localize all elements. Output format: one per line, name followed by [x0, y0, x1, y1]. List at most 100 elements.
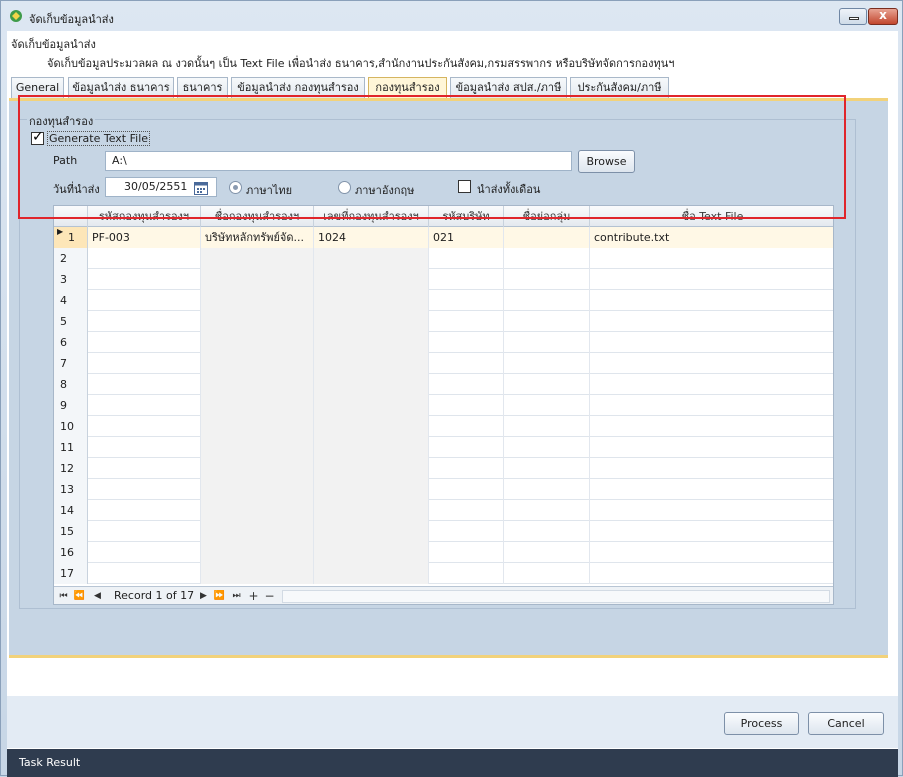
cell-group-abbr[interactable] — [504, 437, 590, 458]
cell-fund-name[interactable] — [201, 542, 314, 563]
calendar-icon[interactable] — [194, 181, 208, 195]
cell-fund-name[interactable] — [201, 353, 314, 374]
cell-company-code[interactable] — [429, 458, 504, 479]
cell-fund-code[interactable] — [88, 269, 201, 290]
cell-group-abbr[interactable] — [504, 353, 590, 374]
cell-text-file[interactable] — [590, 374, 833, 395]
cell-fund-code[interactable] — [88, 437, 201, 458]
table-row[interactable]: 14 — [54, 500, 833, 521]
table-row[interactable]: 1 ▶ PF-003 บริษัทหลักทรัพย์จัด... 1024 021 con… — [54, 227, 833, 248]
cell-fund-code[interactable] — [88, 479, 201, 500]
cell-fund-name[interactable] — [201, 563, 314, 584]
tab-bank-export[interactable]: ข้อมูลนำส่ง ธนาคาร — [68, 77, 174, 99]
column-header-company-code[interactable]: รหัสบริษัท — [429, 206, 504, 227]
prev-record-icon[interactable]: ◀ — [90, 589, 105, 603]
tab-fund-export[interactable]: ข้อมูลนำส่ง กองทุนสำรอง — [231, 77, 365, 99]
cell-fund-code[interactable] — [88, 521, 201, 542]
generate-text-file-label[interactable]: Generate Text File — [47, 131, 151, 146]
cell-fund-number[interactable] — [314, 458, 429, 479]
path-input[interactable]: A:\ — [105, 151, 572, 171]
cell-text-file[interactable] — [590, 521, 833, 542]
cell-fund-name[interactable] — [201, 479, 314, 500]
cell-text-file[interactable] — [590, 290, 833, 311]
cell-group-abbr[interactable] — [504, 374, 590, 395]
tab-bank[interactable]: ธนาคาร — [177, 77, 228, 99]
cell-group-abbr[interactable] — [504, 458, 590, 479]
next-page-icon[interactable]: ⏩ — [212, 589, 227, 603]
cell-fund-number[interactable] — [314, 479, 429, 500]
cell-group-abbr[interactable] — [504, 248, 590, 269]
cell-fund-name[interactable] — [201, 521, 314, 542]
cell-fund-code[interactable] — [88, 290, 201, 311]
cell-text-file[interactable] — [590, 479, 833, 500]
cell-fund-code[interactable] — [88, 311, 201, 332]
column-header-group-abbr[interactable]: ชื่อย่อกลุ่ม — [504, 206, 590, 227]
table-row[interactable]: 10 — [54, 416, 833, 437]
cell-group-abbr[interactable] — [504, 311, 590, 332]
cell-text-file[interactable] — [590, 563, 833, 584]
cell-text-file[interactable] — [590, 416, 833, 437]
cell-fund-number[interactable] — [314, 290, 429, 311]
cell-company-code[interactable] — [429, 437, 504, 458]
column-header-fund-name[interactable]: ชื่อกองทุนสำรองฯ — [201, 206, 314, 227]
cell-fund-name[interactable] — [201, 500, 314, 521]
table-row[interactable]: 4 — [54, 290, 833, 311]
cell-fund-code[interactable] — [88, 353, 201, 374]
cell-fund-number[interactable] — [314, 374, 429, 395]
first-record-icon[interactable]: ⏮ — [56, 589, 71, 603]
cell-company-code[interactable]: 021 — [429, 227, 504, 248]
prev-page-icon[interactable]: ⏪ — [72, 589, 87, 603]
cell-fund-number[interactable] — [314, 500, 429, 521]
cell-group-abbr[interactable] — [504, 479, 590, 500]
monthly-checkbox[interactable] — [458, 180, 471, 193]
cell-company-code[interactable] — [429, 395, 504, 416]
minimize-button[interactable] — [839, 8, 867, 25]
cell-text-file[interactable] — [590, 395, 833, 416]
cell-group-abbr[interactable] — [504, 563, 590, 584]
cell-fund-number[interactable] — [314, 353, 429, 374]
cell-fund-code[interactable] — [88, 395, 201, 416]
cell-text-file[interactable] — [590, 437, 833, 458]
cell-text-file[interactable] — [590, 542, 833, 563]
cell-fund-name[interactable] — [201, 374, 314, 395]
thai-language-radio[interactable] — [229, 181, 242, 194]
cell-fund-name[interactable] — [201, 437, 314, 458]
cell-company-code[interactable] — [429, 479, 504, 500]
browse-button[interactable]: Browse — [578, 150, 635, 173]
cell-fund-code[interactable] — [88, 374, 201, 395]
cell-fund-number[interactable] — [314, 437, 429, 458]
cell-text-file[interactable] — [590, 500, 833, 521]
generate-text-file-checkbox[interactable] — [31, 129, 44, 145]
cell-fund-code[interactable] — [88, 500, 201, 521]
cell-fund-code[interactable]: PF-003 — [88, 227, 201, 248]
cell-fund-name[interactable] — [201, 248, 314, 269]
cell-fund-name[interactable] — [201, 332, 314, 353]
tab-provident-fund[interactable]: กองทุนสำรอง — [368, 77, 447, 100]
cell-company-code[interactable] — [429, 353, 504, 374]
tab-general[interactable]: General — [11, 77, 64, 99]
last-record-icon[interactable]: ⏭ — [229, 589, 244, 603]
cell-text-file[interactable] — [590, 332, 833, 353]
cell-group-abbr[interactable] — [504, 521, 590, 542]
cell-company-code[interactable] — [429, 416, 504, 437]
cell-group-abbr[interactable] — [504, 332, 590, 353]
cell-fund-number[interactable] — [314, 521, 429, 542]
horizontal-scrollbar[interactable] — [282, 590, 830, 603]
cell-group-abbr[interactable] — [504, 395, 590, 416]
cell-company-code[interactable] — [429, 311, 504, 332]
cell-fund-code[interactable] — [88, 542, 201, 563]
table-row[interactable]: 11 — [54, 437, 833, 458]
cell-text-file[interactable] — [590, 269, 833, 290]
column-header-fund-number[interactable]: เลขที่กองทุนสำรองฯ — [314, 206, 429, 227]
cell-fund-number[interactable] — [314, 248, 429, 269]
cell-fund-code[interactable] — [88, 563, 201, 584]
cell-fund-code[interactable] — [88, 458, 201, 479]
cell-group-abbr[interactable] — [504, 227, 590, 248]
cell-group-abbr[interactable] — [504, 542, 590, 563]
table-row[interactable]: 2 — [54, 248, 833, 269]
cell-text-file[interactable] — [590, 248, 833, 269]
cell-company-code[interactable] — [429, 269, 504, 290]
tab-sso-tax-export[interactable]: ข้อมูลนำส่ง สปส./ภาษี — [450, 77, 567, 99]
cell-fund-code[interactable] — [88, 248, 201, 269]
table-row[interactable]: 15 — [54, 521, 833, 542]
